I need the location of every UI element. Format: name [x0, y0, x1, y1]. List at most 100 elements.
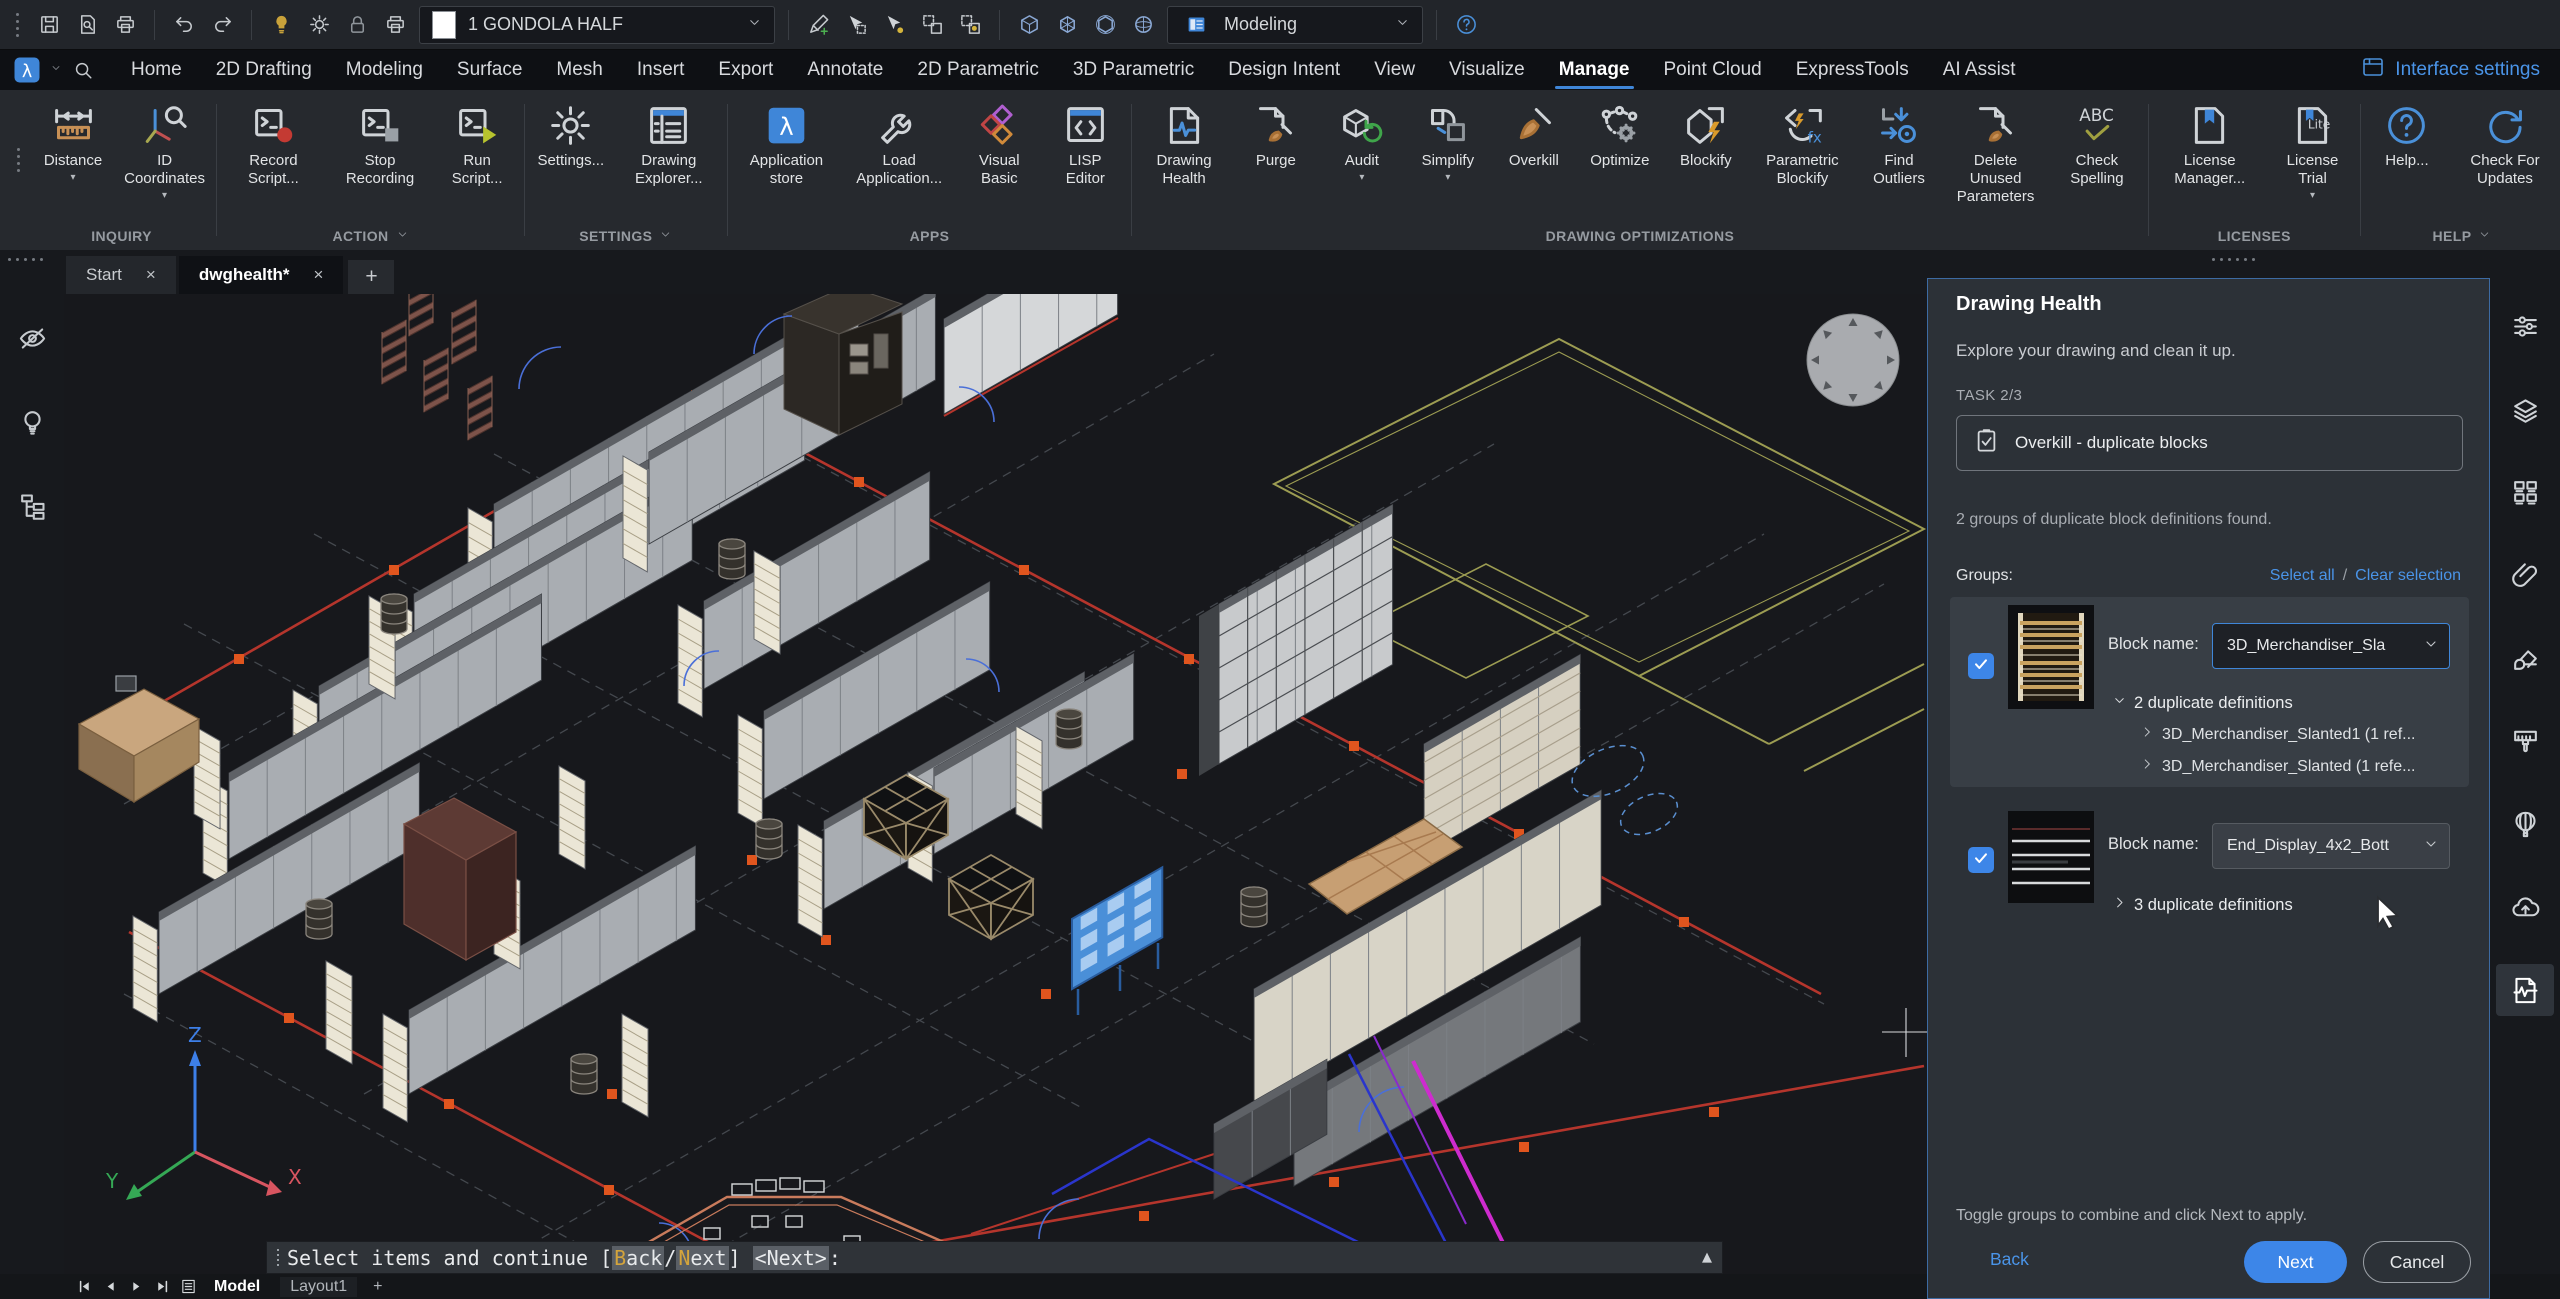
- new-tab-button[interactable]: +: [348, 260, 395, 294]
- ribbon-stop-recording[interactable]: Stop Recording: [327, 94, 434, 188]
- ribbon-group-label[interactable]: ACTION: [220, 222, 521, 250]
- components-grid-icon[interactable]: [2496, 466, 2554, 518]
- layout-list-icon[interactable]: [176, 1277, 200, 1297]
- tab-start[interactable]: Start ×: [66, 256, 176, 294]
- ribbon-help[interactable]: Help...: [2364, 94, 2450, 170]
- menu-2d-parametric[interactable]: 2D Parametric: [900, 50, 1055, 90]
- app-logo[interactable]: λ: [12, 54, 48, 86]
- brightness-icon[interactable]: [303, 9, 335, 41]
- duplicate-definition[interactable]: 3D_Merchandiser_Slanted (1 refe...: [2140, 757, 2415, 776]
- previous-layout-button[interactable]: [98, 1277, 122, 1297]
- layers-icon[interactable]: [2496, 383, 2554, 435]
- group-checkbox[interactable]: [1968, 653, 1994, 679]
- lamp-on-icon[interactable]: [265, 9, 297, 41]
- ribbon-check-for-updates[interactable]: Check For Updates: [2450, 94, 2560, 188]
- visibility-off-icon[interactable]: [12, 318, 52, 358]
- undo-icon[interactable]: [168, 9, 200, 41]
- last-layout-button[interactable]: [150, 1277, 174, 1297]
- ribbon-license-manager[interactable]: License Manager...: [2152, 94, 2268, 188]
- layer-dropdown[interactable]: 1 GONDOLA HALF: [419, 5, 775, 44]
- attachments-paperclip-icon[interactable]: [2496, 549, 2554, 601]
- first-layout-button[interactable]: [72, 1277, 96, 1297]
- properties-sliders-icon[interactable]: [2496, 300, 2554, 352]
- select-window-brightness-icon[interactable]: [954, 9, 986, 41]
- panel-drag-handle[interactable]: [2212, 258, 2255, 261]
- render-materials-icon[interactable]: [2496, 632, 2554, 684]
- ribbon-run-script[interactable]: Run Script...: [433, 94, 521, 188]
- menu-design-intent[interactable]: Design Intent: [1211, 50, 1357, 90]
- ribbon-id-coordinates[interactable]: ID Coordinates ▾: [116, 94, 213, 201]
- select-window-icon[interactable]: [916, 9, 948, 41]
- duplicate-definition[interactable]: 3D_Merchandiser_Slanted1 (1 ref...: [2140, 725, 2415, 744]
- duplicates-expander[interactable]: 2 duplicate definitions: [2112, 693, 2293, 713]
- menu-point-cloud[interactable]: Point Cloud: [1647, 50, 1779, 90]
- command-line[interactable]: Select items and continue [Back / Next] <N…: [266, 1241, 1723, 1274]
- tab-model[interactable]: Model: [214, 1278, 260, 1296]
- paint-brush-icon[interactable]: [2496, 715, 2554, 767]
- idea-bulb-icon[interactable]: [12, 402, 52, 442]
- cube-sphere-icon[interactable]: [1127, 9, 1159, 41]
- menu-export[interactable]: Export: [701, 50, 790, 90]
- ribbon-simplify[interactable]: Simplify ▾: [1405, 94, 1491, 183]
- ribbon-load-application[interactable]: Load Application...: [842, 94, 956, 188]
- menu-ai-assist[interactable]: AI Assist: [1926, 50, 2033, 90]
- tab-layout1[interactable]: Layout1: [280, 1276, 358, 1297]
- ribbon-visual-basic[interactable]: Visual Basic: [956, 94, 1042, 188]
- ribbon-delete-unused-parameters[interactable]: Delete Unused Parameters: [1942, 94, 2049, 206]
- menu-visualize[interactable]: Visualize: [1432, 50, 1542, 90]
- clear-selection-link[interactable]: Clear selection: [2355, 567, 2461, 585]
- select-cursor-icon[interactable]: [840, 9, 872, 41]
- cad-viewport[interactable]: Z Y X Select items and continue [Back / Next…: [64, 294, 1927, 1274]
- select-brightness-icon[interactable]: [878, 9, 910, 41]
- close-icon[interactable]: ×: [146, 265, 156, 285]
- ribbon-group-label[interactable]: SETTINGS: [528, 222, 724, 250]
- cube-section-icon[interactable]: [1089, 9, 1121, 41]
- left-toolbar-drag-handle[interactable]: [8, 258, 43, 261]
- ribbon-parametric-blockify[interactable]: fx Parametric Blockify: [1749, 94, 1856, 188]
- cube-alt-icon[interactable]: [1051, 9, 1083, 41]
- ribbon-settings[interactable]: Settings...: [528, 94, 614, 170]
- next-layout-button[interactable]: [124, 1277, 148, 1297]
- ribbon-overkill[interactable]: Overkill: [1491, 94, 1577, 170]
- menu-mesh[interactable]: Mesh: [539, 50, 619, 90]
- block-name-dropdown[interactable]: 3D_Merchandiser_Sla: [2212, 623, 2450, 669]
- structure-tree-icon[interactable]: [12, 486, 52, 526]
- logo-chevron-icon[interactable]: [48, 61, 66, 79]
- workspace-dropdown[interactable]: Modeling: [1167, 5, 1423, 44]
- lock-icon[interactable]: [341, 9, 373, 41]
- group-checkbox[interactable]: [1968, 847, 1994, 873]
- dropdown-arrow-icon[interactable]: ▾: [2310, 191, 2315, 201]
- menu-manage[interactable]: Manage: [1542, 50, 1647, 90]
- menu-modeling[interactable]: Modeling: [329, 50, 440, 90]
- menu-2d-drafting[interactable]: 2D Drafting: [199, 50, 329, 90]
- add-layout-button[interactable]: +: [373, 1278, 382, 1296]
- cloud-upload-icon[interactable]: [2496, 881, 2554, 933]
- ribbon-audit[interactable]: Audit ▾: [1319, 94, 1405, 183]
- menu-view[interactable]: View: [1357, 50, 1432, 90]
- ribbon-distance[interactable]: Distance ▾: [30, 94, 116, 183]
- close-icon[interactable]: ×: [314, 265, 324, 285]
- ribbon-application-store[interactable]: λ Application store: [731, 94, 842, 188]
- dropdown-arrow-icon[interactable]: ▾: [162, 191, 167, 201]
- ribbon-drag-handle[interactable]: [17, 148, 20, 172]
- air-balloon-icon[interactable]: [2496, 798, 2554, 850]
- cube-icon[interactable]: [1013, 9, 1045, 41]
- interface-settings-button[interactable]: Interface settings: [2361, 55, 2548, 85]
- print-preview-icon[interactable]: [71, 9, 103, 41]
- save-icon[interactable]: [33, 9, 65, 41]
- menu-expresstools[interactable]: ExpressTools: [1779, 50, 1926, 90]
- ribbon-license-trial[interactable]: Lite License Trial ▾: [2268, 94, 2357, 201]
- drawing-health-pulse-icon[interactable]: [2496, 964, 2554, 1016]
- select-all-link[interactable]: Select all: [2270, 567, 2335, 585]
- back-button[interactable]: Back: [1990, 1249, 2029, 1270]
- menu-insert[interactable]: Insert: [620, 50, 702, 90]
- printer-icon[interactable]: [379, 9, 411, 41]
- plot-icon[interactable]: [109, 9, 141, 41]
- dropdown-arrow-icon[interactable]: ▾: [70, 173, 75, 183]
- dropdown-arrow-icon[interactable]: ▾: [1445, 173, 1450, 183]
- command-default-option[interactable]: <Next>: [752, 1245, 829, 1270]
- block-name-dropdown[interactable]: End_Display_4x2_Bott: [2212, 823, 2450, 869]
- ribbon-drawing-explorer[interactable]: Drawing Explorer...: [614, 94, 724, 188]
- dropdown-arrow-icon[interactable]: ▾: [1359, 173, 1364, 183]
- ribbon-blockify[interactable]: Blockify: [1663, 94, 1749, 170]
